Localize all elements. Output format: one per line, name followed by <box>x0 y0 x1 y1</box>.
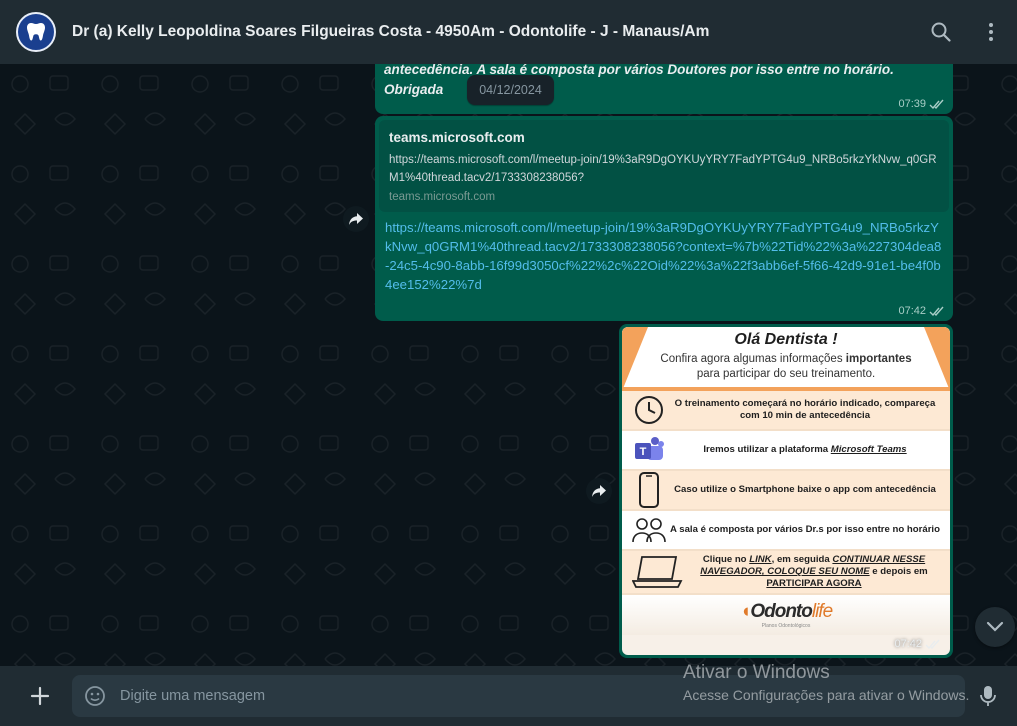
forward-icon[interactable] <box>586 478 612 504</box>
logo-text: Odonto <box>750 601 813 622</box>
poster-row-text-link: PARTICIPAR AGORA <box>766 578 862 589</box>
poster-row-text-part: Clique no <box>702 554 747 565</box>
training-poster-image[interactable]: Olá Dentista ! Confira agora algumas inf… <box>622 327 950 655</box>
poster-subtitle: Confira agora algumas informações import… <box>622 352 950 382</box>
smartphone-icon <box>630 472 668 508</box>
chevron-down-icon <box>986 621 1004 632</box>
link-preview-description: https://teams.microsoft.com/l/meetup-joi… <box>389 154 937 184</box>
link-preview-card[interactable]: teams.microsoft.com https://teams.micros… <box>379 120 949 212</box>
link-preview-title: teams.microsoft.com <box>389 130 525 145</box>
teams-icon: T <box>630 432 668 468</box>
people-icon <box>630 512 668 548</box>
message-list[interactable]: antecedência. A sala é composta por vári… <box>0 64 1017 666</box>
poster-subtitle-part: Confira agora algumas informações <box>660 353 843 365</box>
more-vertical-icon[interactable] <box>977 18 1005 46</box>
poster-subtitle-bold: importantes <box>845 353 912 365</box>
time-label: 07:39 <box>898 98 926 110</box>
poster-row-text-part: Iremos utilizar a plataforma <box>703 444 829 455</box>
search-icon[interactable] <box>927 18 955 46</box>
clock-icon <box>630 392 668 428</box>
plus-icon[interactable] <box>20 676 60 716</box>
poster-row: Clique no LINK, em seguida CONTINUAR NES… <box>622 551 950 595</box>
message-link[interactable]: https://teams.microsoft.com/l/meetup-joi… <box>379 212 949 294</box>
poster-title: Olá Dentista ! <box>734 331 838 348</box>
message-time: 07:39 <box>898 98 945 110</box>
logo-text-accent: life <box>811 601 833 622</box>
time-label: 07:42 <box>898 305 926 317</box>
logo-mark-icon: ◖ <box>739 601 752 622</box>
message-bubble[interactable]: antecedência. A sala é composta por vári… <box>375 64 953 114</box>
message-bubble[interactable]: teams.microsoft.com https://teams.micros… <box>375 116 953 321</box>
poster-row: Caso utilize o Smartphone baixe o app co… <box>622 471 950 511</box>
tooth-logo-icon <box>27 23 45 41</box>
time-label: 07:42 <box>894 638 922 650</box>
poster-subtitle-part: para participar do seu treinamento. <box>696 368 876 380</box>
scroll-down-button[interactable] <box>975 607 1015 647</box>
logo-subtitle: Planos Odontológicos <box>761 623 811 629</box>
poster-row-text: Clique no LINK, em seguida CONTINUAR NES… <box>686 554 942 590</box>
poster-row: T Iremos utilizar a plataforma Microsoft… <box>622 431 950 471</box>
poster-row-text-link: LINK <box>749 554 772 565</box>
forward-icon[interactable] <box>343 206 369 232</box>
laptop-icon <box>630 554 686 590</box>
poster-row-text: Iremos utilizar a plataforma Microsoft T… <box>668 444 942 456</box>
read-ticks-icon <box>929 306 944 316</box>
poster-row-text: Caso utilize o Smartphone baixe o app co… <box>674 484 936 495</box>
poster-row-text-part: , em seguida <box>771 554 830 565</box>
date-divider: 04/12/2024 <box>467 75 554 105</box>
poster-row-text: A sala é composta por vários Dr.s por is… <box>670 524 940 535</box>
poster-row: O treinamento começará no horário indica… <box>622 391 950 431</box>
svg-text:T: T <box>640 446 647 458</box>
read-ticks-icon <box>925 639 940 649</box>
poster-row: A sala é composta por vários Dr.s por is… <box>622 511 950 551</box>
poster-row-text-link: Microsoft Teams <box>830 444 907 455</box>
image-message[interactable]: Olá Dentista ! Confira agora algumas inf… <box>619 324 953 658</box>
chat-header: Dr (a) Kelly Leopoldina Soares Filgueira… <box>0 0 1017 64</box>
link-preview-domain: teams.microsoft.com <box>389 191 496 203</box>
poster-row-text: O treinamento começará no horário indica… <box>674 398 936 421</box>
mic-icon[interactable] <box>973 681 1003 711</box>
read-ticks-icon <box>929 99 944 109</box>
message-time: 07:42 <box>894 638 941 650</box>
contact-name[interactable]: Dr (a) Kelly Leopoldina Soares Filgueira… <box>72 23 709 41</box>
message-time: 07:42 <box>898 305 945 317</box>
sticker-icon[interactable] <box>84 685 106 707</box>
compose-bar <box>0 666 1017 726</box>
message-input[interactable] <box>120 688 820 704</box>
poster-row-text-part: e depois em <box>872 566 928 577</box>
odontolife-logo: ◖Odontolife Planos Odontológicos <box>622 595 950 635</box>
message-input-wrapper[interactable] <box>72 675 965 717</box>
contact-avatar[interactable] <box>16 12 56 52</box>
